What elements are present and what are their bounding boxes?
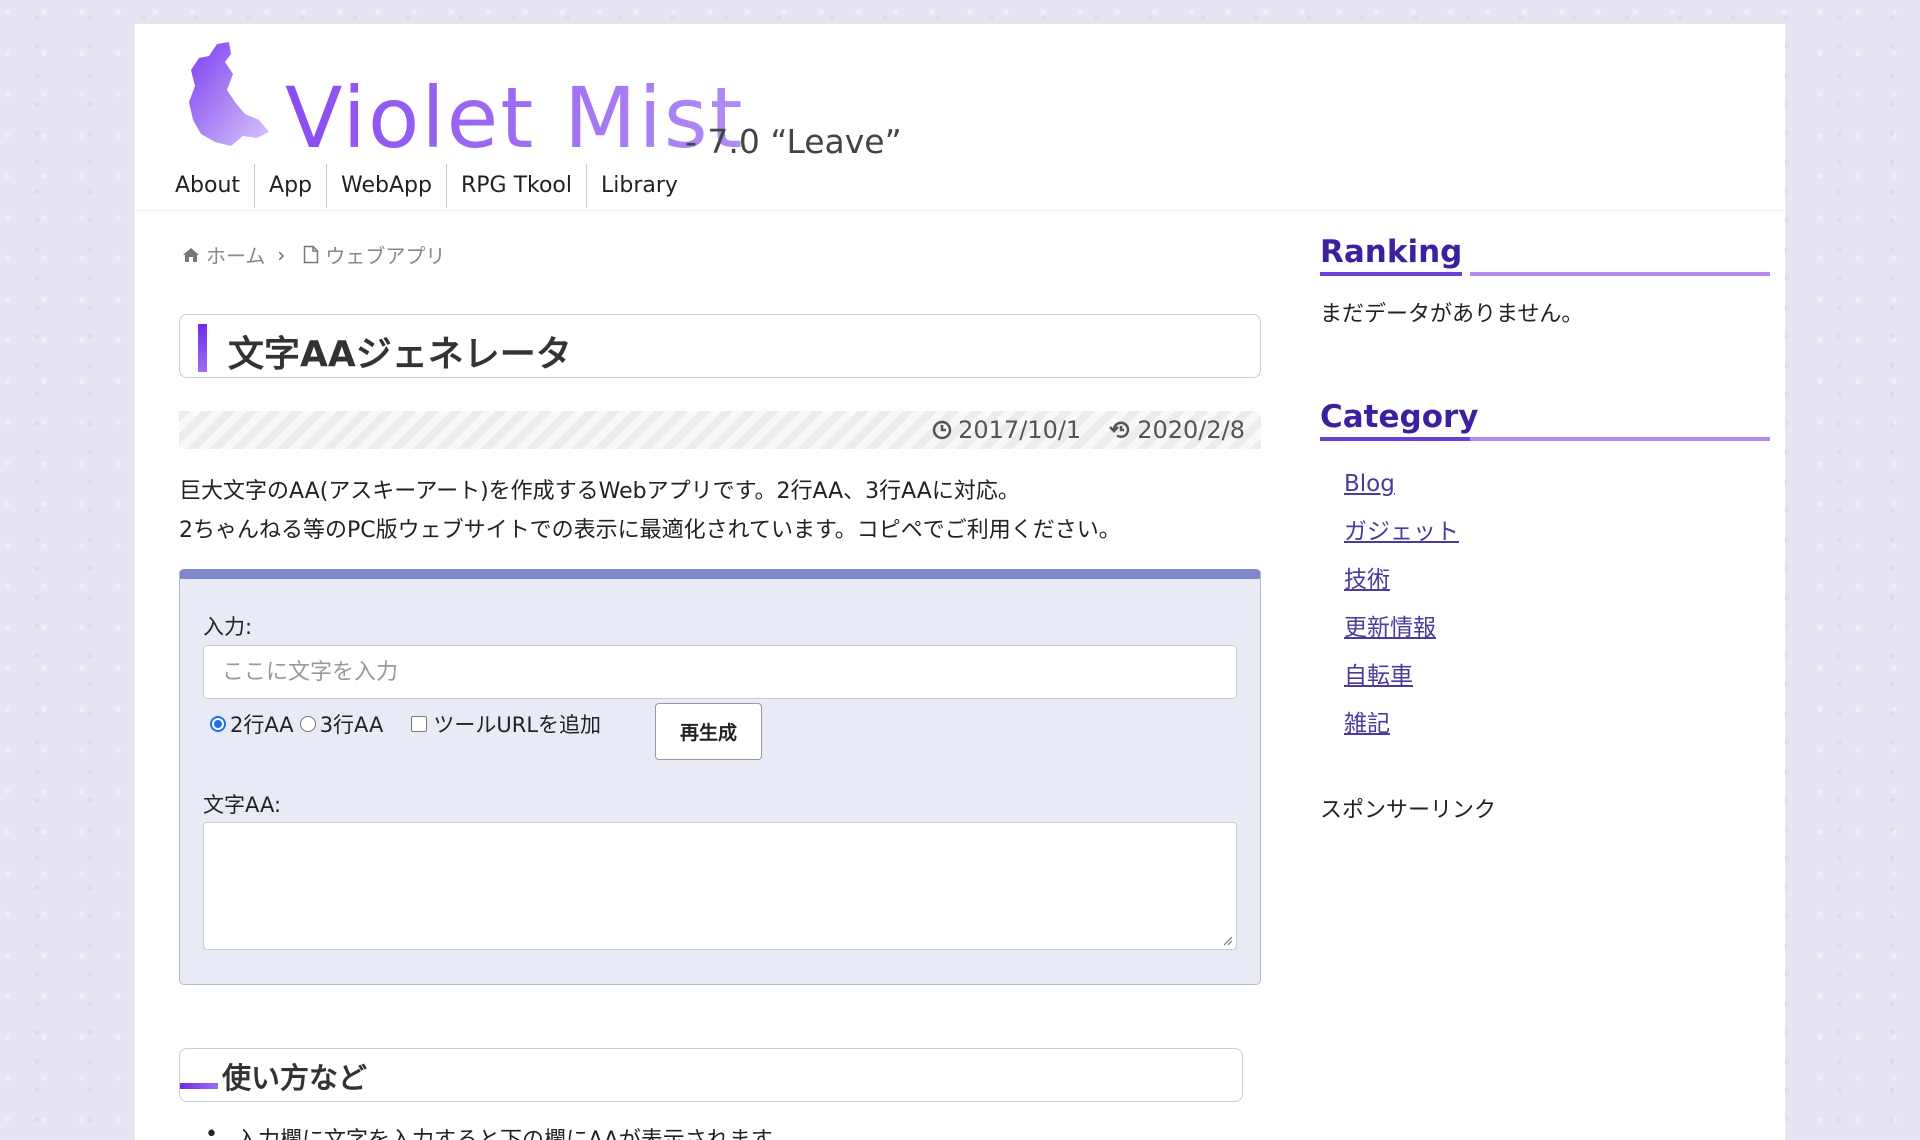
main-nav: About App WebApp RPG Tkool Library bbox=[175, 164, 692, 208]
ranking-empty-text: まだデータがありません。 bbox=[1320, 302, 1584, 327]
updated-date-text: 2020/2/8 bbox=[1137, 416, 1245, 444]
breadcrumb-current[interactable]: ウェブアプリ bbox=[325, 240, 445, 269]
page: Violet Mist - 7.0 “Leave” About App WebA… bbox=[135, 24, 1785, 1140]
usage-bullet-text: 入力欄に文字を入力すると下の欄にAAが表示されます bbox=[236, 1122, 773, 1140]
bullet-dot: • bbox=[205, 1122, 218, 1140]
history-icon bbox=[1109, 421, 1130, 438]
radio-2line[interactable] bbox=[210, 716, 226, 732]
regenerate-button[interactable]: 再生成 bbox=[655, 703, 762, 760]
aa-output-textarea[interactable] bbox=[203, 822, 1237, 950]
url-checkbox-label[interactable]: ツールURLを追加 bbox=[433, 709, 601, 739]
title-accent-bar bbox=[198, 324, 207, 372]
category-list: Blog ガジェット 技術 更新情報 自転車 雑記 bbox=[1344, 460, 1459, 748]
nav-webapp[interactable]: WebApp bbox=[326, 164, 446, 208]
input-label: 入力: bbox=[203, 615, 253, 639]
category-blog[interactable]: Blog bbox=[1344, 460, 1459, 508]
published-date: 2017/10/1 bbox=[932, 416, 1081, 444]
site-title[interactable]: Violet Mist bbox=[285, 76, 745, 160]
nav-app[interactable]: App bbox=[254, 164, 326, 208]
published-date-text: 2017/10/1 bbox=[958, 416, 1082, 444]
text-input[interactable] bbox=[203, 645, 1237, 699]
usage-heading-box: 使い方など bbox=[179, 1048, 1243, 1102]
radio-3line[interactable] bbox=[299, 716, 316, 732]
article-title-box: 文字AAジェネレータ bbox=[179, 314, 1261, 378]
site-subtitle: - 7.0 “Leave” bbox=[685, 122, 902, 161]
intro-text: 巨大文字のAA(アスキーアート)を作成するWebアプリです。2行AA、3行AAに… bbox=[179, 472, 1121, 550]
usage-accent-bar bbox=[180, 1083, 218, 1089]
logo-icon bbox=[189, 42, 269, 146]
ranking-underline bbox=[1470, 272, 1770, 276]
intro-line-2: 2ちゃんねる等のPC版ウェブサイトでの表示に最適化されています。コピペでご利用く… bbox=[179, 518, 1121, 543]
category-underline bbox=[1470, 437, 1770, 441]
page-title: 文字AAジェネレータ bbox=[228, 334, 572, 375]
output-label: 文字AA: bbox=[203, 793, 282, 817]
options-row: 2行AA 3行AA ツールURLを追加 bbox=[210, 709, 601, 739]
home-icon bbox=[183, 247, 199, 262]
category-heading: Category bbox=[1320, 399, 1770, 441]
ranking-title: Ranking bbox=[1320, 234, 1463, 276]
site-header: Violet Mist - 7.0 “Leave” About App WebA… bbox=[135, 24, 1785, 211]
resize-handle-icon[interactable] bbox=[1223, 936, 1233, 946]
sponsor-label: スポンサーリンク bbox=[1320, 798, 1497, 823]
category-tech[interactable]: 技術 bbox=[1344, 556, 1459, 604]
radio-3line-label[interactable]: 3行AA bbox=[320, 709, 384, 739]
usage-heading: 使い方など bbox=[222, 1061, 368, 1095]
category-misc[interactable]: 雑記 bbox=[1344, 700, 1459, 748]
category-gadget[interactable]: ガジェット bbox=[1344, 508, 1459, 556]
category-title: Category bbox=[1320, 399, 1479, 441]
aa-generator-panel: 入力: 2行AA 3行AA ツールURLを追加 再生成 文字AA: bbox=[179, 569, 1261, 985]
clock-icon bbox=[932, 420, 952, 440]
chevron-right-icon: › bbox=[277, 242, 286, 267]
usage-list-item: • 入力欄に文字を入力すると下の欄にAAが表示されます bbox=[205, 1122, 773, 1140]
nav-about[interactable]: About bbox=[175, 164, 254, 208]
breadcrumb-home[interactable]: ホーム bbox=[206, 240, 265, 269]
breadcrumb: ホーム › ウェブアプリ bbox=[182, 240, 445, 269]
radio-2line-label[interactable]: 2行AA bbox=[230, 709, 294, 739]
date-strip: 2017/10/1 2020/2/8 bbox=[179, 411, 1261, 449]
category-bicycle[interactable]: 自転車 bbox=[1344, 652, 1459, 700]
intro-line-1: 巨大文字のAA(アスキーアート)を作成するWebアプリです。2行AA、3行AAに… bbox=[179, 479, 1020, 504]
nav-rpg-tkool[interactable]: RPG Tkool bbox=[445, 164, 586, 208]
url-checkbox[interactable] bbox=[411, 716, 428, 732]
ranking-heading: Ranking bbox=[1320, 234, 1770, 276]
nav-library[interactable]: Library bbox=[586, 164, 692, 208]
page-icon bbox=[304, 245, 319, 264]
category-updates[interactable]: 更新情報 bbox=[1344, 604, 1459, 652]
updated-date: 2020/2/8 bbox=[1109, 416, 1245, 444]
